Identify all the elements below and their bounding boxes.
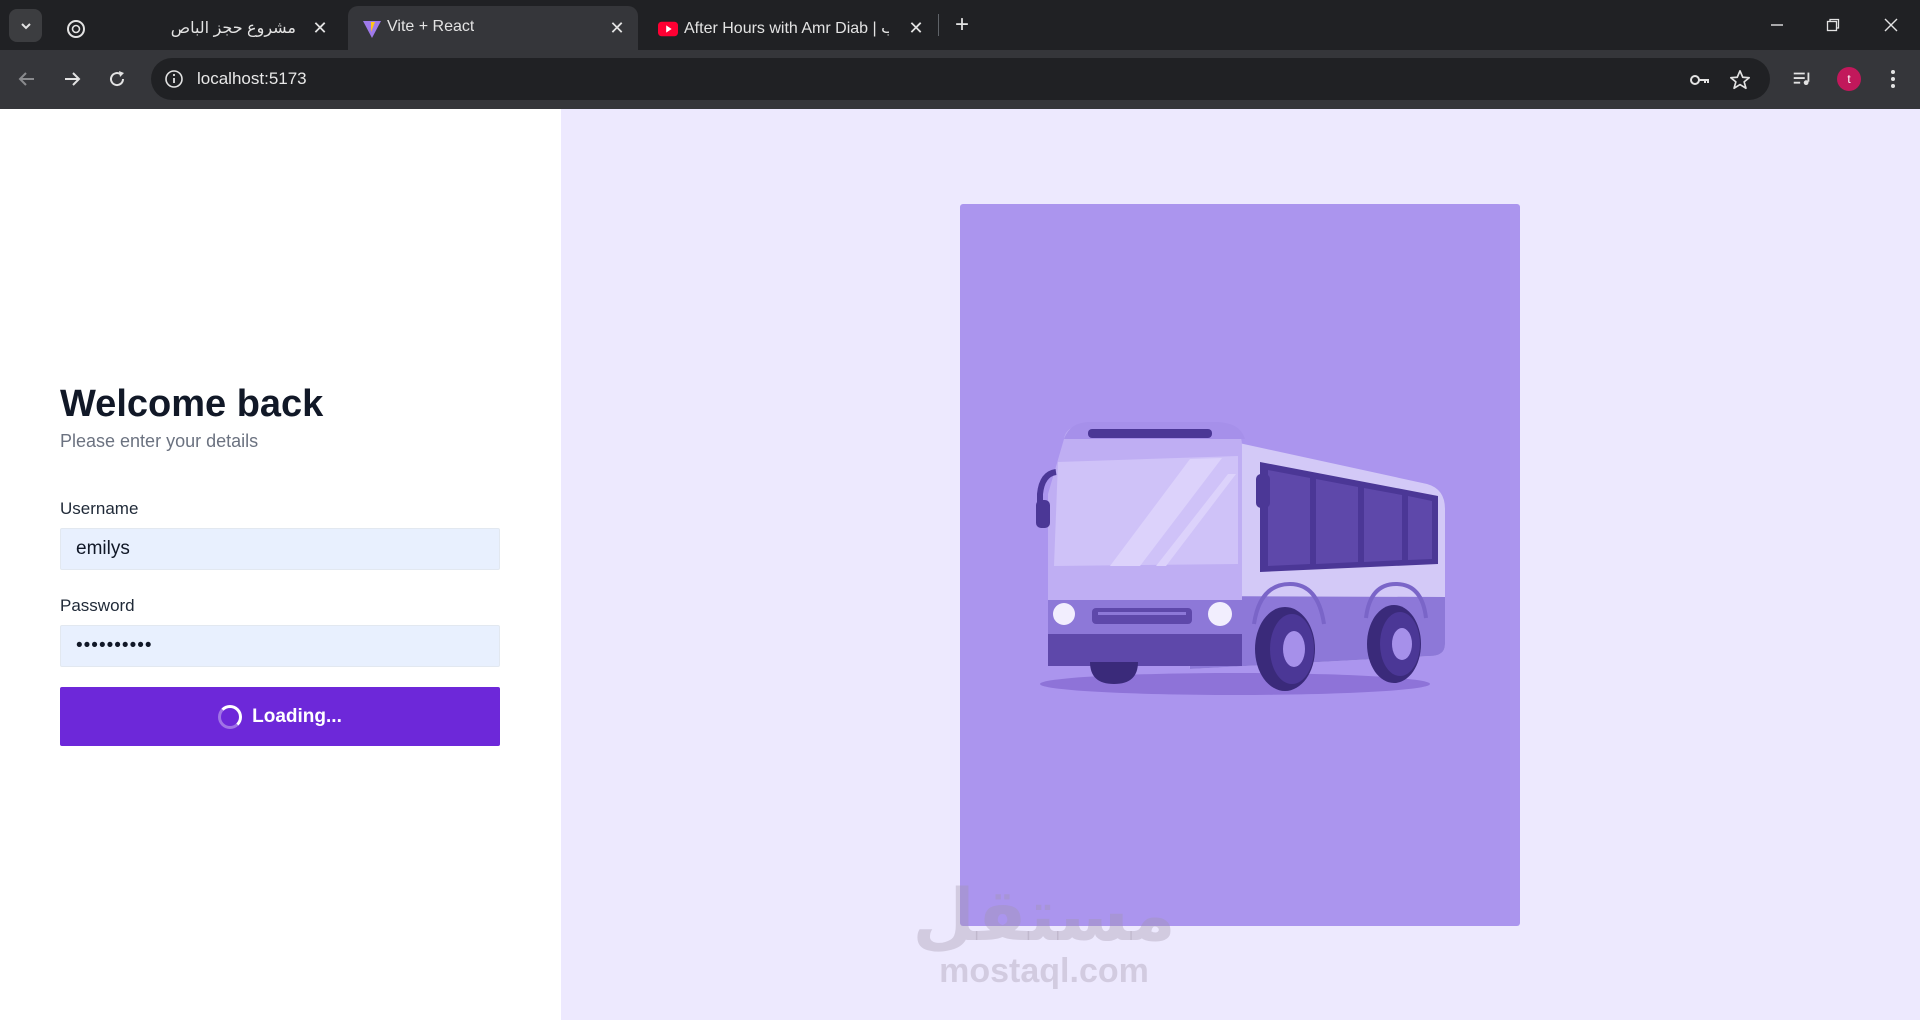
url-text[interactable]: localhost:5173 [197, 69, 307, 89]
back-button[interactable] [12, 64, 42, 94]
tab-bus-project[interactable]: مشروع حجز الباص ✕ [52, 6, 342, 50]
more-options-icon[interactable] [1879, 65, 1907, 93]
minimize-button[interactable] [1762, 10, 1792, 40]
arrow-left-icon [18, 72, 34, 86]
tab-vite-react[interactable]: Vite + React ✕ [348, 6, 638, 50]
login-button[interactable]: Loading... [60, 687, 500, 746]
watermark-arabic: مستقل [912, 873, 1176, 957]
new-tab-button[interactable]: + [948, 11, 976, 39]
star-icon[interactable] [1728, 68, 1752, 92]
tab-divider [938, 14, 939, 36]
tab-strip: مشروع حجز الباص ✕ Vite + React ✕ After H… [0, 0, 1920, 50]
watermark: مستقل mostaql.com [844, 879, 1244, 991]
close-icon[interactable]: ✕ [607, 18, 627, 38]
arrow-right-icon [65, 72, 81, 86]
password-key-icon[interactable] [1688, 68, 1712, 92]
login-button-label: Loading... [252, 705, 342, 727]
profile-avatar[interactable]: t [1837, 67, 1861, 91]
username-label: Username [60, 499, 139, 518]
minimize-icon [1771, 24, 1783, 26]
chevron-down-icon [20, 22, 31, 29]
watermark-latin: mostaql.com [939, 952, 1149, 990]
youtube-icon [658, 19, 678, 39]
page-title: Welcome back [60, 383, 324, 425]
close-window-button[interactable] [1876, 10, 1906, 40]
bus-illustration [960, 204, 1520, 926]
tab-youtube[interactable]: After Hours with Amr Diab | باب ✕ [644, 6, 934, 50]
spinner-icon [218, 704, 243, 729]
tab-title: مشروع حجز الباص [170, 20, 296, 37]
bus-icon [1036, 422, 1445, 695]
address-bar[interactable]: localhost:5173 [151, 58, 1770, 100]
restore-icon [1826, 18, 1840, 32]
page-subtitle: Please enter your details [60, 431, 259, 451]
close-icon [1884, 18, 1898, 32]
site-info-icon[interactable] [163, 68, 185, 90]
tab-title: Vite + React [387, 18, 475, 35]
vite-icon [362, 19, 382, 39]
tab-title: After Hours with Amr Diab | باب [684, 20, 889, 37]
reload-icon [110, 71, 125, 87]
restore-button[interactable] [1818, 10, 1848, 40]
forward-button[interactable] [57, 64, 87, 94]
tab-search-button[interactable] [9, 9, 42, 42]
login-panel: Welcome back Please enter your details U… [0, 109, 561, 1020]
close-icon[interactable]: ✕ [310, 18, 330, 38]
reload-button[interactable] [102, 64, 132, 94]
media-control-icon[interactable] [1788, 65, 1816, 93]
password-input[interactable] [60, 625, 500, 667]
browser-toolbar: localhost:5173 t [0, 50, 1920, 109]
chatgpt-icon [66, 19, 86, 39]
illustration-panel: مستقل mostaql.com [561, 109, 1920, 1020]
close-icon[interactable]: ✕ [906, 18, 926, 38]
password-label: Password [60, 596, 135, 615]
username-input[interactable] [60, 528, 500, 570]
